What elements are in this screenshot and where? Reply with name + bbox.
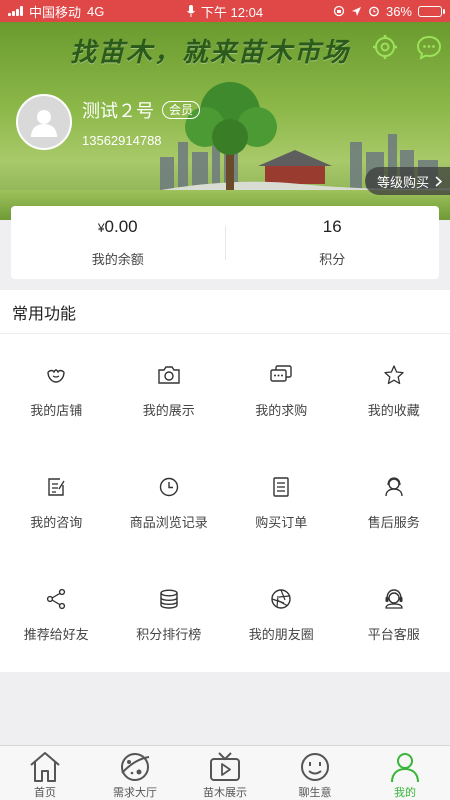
smile-face-icon [297, 750, 333, 783]
tab-mine[interactable]: 我的 [360, 746, 450, 800]
user-name: 测试２号 [82, 100, 154, 121]
currency-symbol: ¥ [97, 221, 105, 235]
header-banner: 找苗木，就来苗木市场 测试２号 会员 13562914788 等级购买 [0, 22, 450, 220]
message-icon[interactable] [416, 34, 442, 60]
function-my-requests[interactable]: 我的求购 [225, 334, 338, 446]
tab-label: 苗木展示 [203, 787, 247, 799]
function-label: 推荐给好友 [23, 626, 89, 642]
tab-label: 需求大厅 [113, 787, 157, 799]
user-profile[interactable]: 测试２号 会员 13562914788 [16, 94, 201, 150]
headset-icon [381, 586, 407, 612]
alarm-icon [369, 6, 379, 17]
tv-play-icon [207, 750, 243, 783]
function-label: 售后服务 [367, 514, 420, 530]
tab-label: 我的 [394, 787, 416, 799]
user-service-icon [381, 474, 407, 500]
star-icon [381, 362, 407, 388]
function-label: 我的店铺 [30, 402, 83, 418]
user-phone: 13562914788 [82, 132, 162, 148]
function-label: 平台客服 [367, 626, 420, 642]
balance-value: 0.00 [104, 217, 138, 236]
settings-icon[interactable] [372, 34, 398, 60]
function-label: 我的收藏 [367, 402, 420, 418]
database-icon [156, 586, 182, 612]
function-points-ranking[interactable]: 积分排行榜 [113, 558, 226, 670]
tab-label: 聊生意 [298, 787, 332, 799]
function-after-sales[interactable]: 售后服务 [338, 446, 450, 558]
share-icon [43, 586, 69, 612]
chevron-right-icon [435, 175, 442, 187]
section-title: 常用功能 [0, 290, 450, 334]
shop-icon [43, 362, 69, 388]
tab-demand-hall[interactable]: 需求大厅 [90, 746, 180, 800]
carrier-name: 中国移动 [29, 4, 82, 20]
common-functions-section: 常用功能 我的店铺 我的展示 我的求购 我的收藏 我的咨询 商品浏览记录 购买订 [0, 290, 450, 672]
balance-stat[interactable]: ¥0.00 我的余额 [11, 217, 225, 268]
bottom-tab-bar: 首页 需求大厅 苗木展示 聊生意 我的 [0, 745, 450, 800]
function-recommend-friends[interactable]: 推荐给好友 [0, 558, 113, 670]
battery-icon [418, 5, 445, 17]
person-icon [387, 750, 423, 783]
tab-seedling-display[interactable]: 苗木展示 [180, 746, 270, 800]
function-my-shop[interactable]: 我的店铺 [0, 334, 113, 446]
status-time: 下午 12:04 [200, 4, 264, 20]
function-purchase-orders[interactable]: 购买订单 [225, 446, 338, 558]
points-value: 16 [322, 217, 342, 236]
balance-label: 我的余额 [91, 252, 144, 267]
function-label: 商品浏览记录 [129, 514, 208, 530]
function-label: 我的咨询 [30, 514, 83, 530]
edit-note-icon [43, 474, 69, 500]
microphone-icon [187, 5, 195, 17]
points-stat[interactable]: 16 积分 [226, 217, 440, 268]
avatar[interactable] [16, 94, 72, 150]
tab-home[interactable]: 首页 [0, 746, 90, 800]
function-platform-service[interactable]: 平台客服 [338, 558, 450, 670]
function-label: 我的朋友圈 [248, 626, 314, 642]
clock-icon [156, 474, 182, 500]
stats-card: ¥0.00 我的余额 16 积分 [11, 206, 439, 279]
level-purchase-button[interactable]: 等级购买 [364, 167, 450, 195]
camera-icon [156, 362, 182, 388]
tab-label: 首页 [34, 787, 56, 799]
function-my-favorites[interactable]: 我的收藏 [338, 334, 450, 446]
function-label: 我的展示 [142, 402, 195, 418]
member-badge: 会员 [162, 100, 201, 119]
avatar-placeholder-icon [31, 110, 57, 137]
function-label: 我的求购 [255, 402, 308, 418]
tab-chat-business[interactable]: 聊生意 [270, 746, 360, 800]
planet-icon [117, 750, 153, 783]
order-list-icon [268, 474, 294, 500]
battery-percent: 36% [385, 3, 412, 19]
function-my-display[interactable]: 我的展示 [113, 334, 226, 446]
chat-bubbles-icon [268, 362, 294, 388]
banner-slogan: 找苗木，就来苗木市场 [70, 37, 351, 67]
status-bar: 中国移动 4G 下午 12:04 36% [0, 0, 450, 22]
aperture-icon [268, 586, 294, 612]
home-icon [27, 750, 63, 783]
function-my-consultations[interactable]: 我的咨询 [0, 446, 113, 558]
network-type: 4G [87, 3, 105, 19]
function-label: 积分排行榜 [136, 626, 202, 642]
location-icon [351, 6, 361, 16]
rotation-lock-icon [333, 5, 345, 17]
function-my-moments[interactable]: 我的朋友圈 [225, 558, 338, 670]
signal-icon [8, 6, 23, 16]
function-label: 购买订单 [255, 514, 308, 530]
level-purchase-label: 等级购买 [376, 174, 429, 190]
points-label: 积分 [319, 252, 346, 267]
function-browse-history[interactable]: 商品浏览记录 [113, 446, 226, 558]
